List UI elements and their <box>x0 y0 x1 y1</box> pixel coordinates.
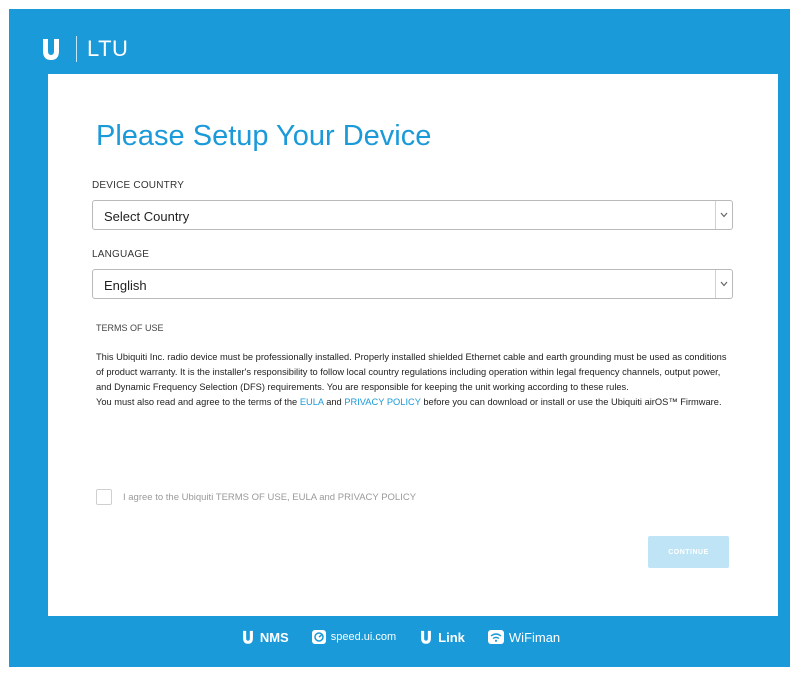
chevron-down-icon <box>715 270 732 298</box>
terms-of-use-text: This Ubiquiti Inc. radio device must be … <box>96 350 734 410</box>
ubiquiti-u-icon <box>421 630 432 644</box>
ubiquiti-logo-icon <box>43 39 59 60</box>
terms-paragraph-1: This Ubiquiti Inc. radio device must be … <box>96 352 727 392</box>
brand-divider <box>76 36 77 62</box>
continue-button[interactable]: CONTINUE <box>648 536 729 568</box>
agree-row: I agree to the Ubiquiti TERMS OF USE, EU… <box>96 489 416 505</box>
footer-link-label: NMS <box>259 629 289 645</box>
footer-link-nms[interactable]: NMS <box>240 629 289 645</box>
footer-link-speedtest[interactable]: speed.ui.com <box>311 629 396 645</box>
wifi-icon <box>487 630 504 644</box>
footer-link-label: speed.ui.com <box>330 631 397 643</box>
page-title: Please Setup Your Device <box>96 120 432 152</box>
language-value: English <box>104 278 147 293</box>
footer-links: NMS speed.ui.com Link WiFiman <box>0 625 800 649</box>
device-country-value: Select Country <box>104 209 190 224</box>
language-label: LANGUAGE <box>92 249 150 260</box>
speedometer-icon <box>311 630 326 644</box>
device-country-select[interactable]: Select Country <box>92 200 733 230</box>
footer-link-unms-link[interactable]: Link <box>418 629 465 645</box>
chevron-down-icon <box>715 201 732 229</box>
device-country-label: DEVICE COUNTRY <box>92 180 185 191</box>
terms-and-text: and <box>326 397 342 407</box>
terms-paragraph-3: before you can download or install or us… <box>423 397 722 407</box>
footer-link-wifiman[interactable]: WiFiman <box>487 629 560 645</box>
ubiquiti-u-icon <box>242 630 253 644</box>
privacy-policy-link[interactable]: PRIVACY POLICY <box>344 397 420 407</box>
footer-link-label: WiFiman <box>508 629 561 645</box>
eula-link[interactable]: EULA <box>300 397 324 407</box>
terms-paragraph-2: You must also read and agree to the term… <box>96 397 298 407</box>
setup-card: Please Setup Your Device DEVICE COUNTRY … <box>48 74 778 616</box>
footer-link-label: Link <box>438 629 465 645</box>
agree-checkbox[interactable] <box>96 489 112 505</box>
terms-of-use-heading: TERMS OF USE <box>96 323 164 333</box>
language-select[interactable]: English <box>92 269 733 299</box>
top-bar: LTU <box>38 32 128 66</box>
agree-label: I agree to the Ubiquiti TERMS OF USE, EU… <box>123 491 417 503</box>
product-name: LTU <box>87 36 129 61</box>
